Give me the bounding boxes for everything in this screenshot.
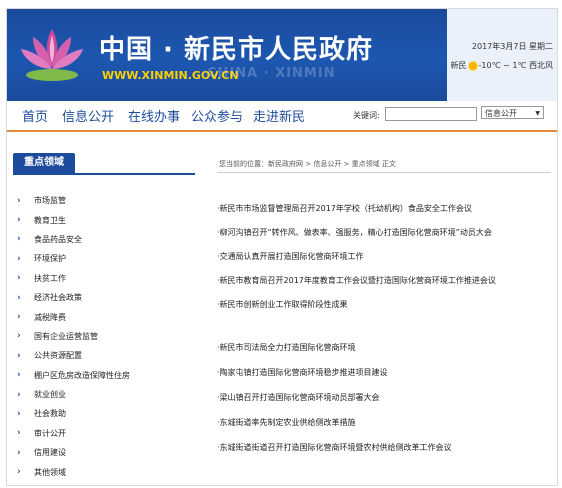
news-link[interactable]: ·新民市创新创业工作取得阶段性成果 bbox=[217, 299, 348, 310]
bullet-icon: › bbox=[17, 195, 21, 206]
keyword-input[interactable] bbox=[385, 107, 477, 121]
sidebar-item-social-assistance[interactable]: › 社会救助 bbox=[17, 404, 193, 423]
lotus-logo-icon bbox=[21, 29, 83, 81]
bullet-icon: › bbox=[17, 389, 21, 400]
sidebar-item-soe-supervision[interactable]: › 国有企业运营监管 bbox=[17, 327, 193, 346]
news-link[interactable]: ·交通局认真开展打造国际化营商环境工作 bbox=[217, 251, 364, 262]
sidebar-item-tax-cuts[interactable]: › 减税降费 bbox=[17, 307, 193, 326]
sidebar-item-label: 就业创业 bbox=[34, 390, 66, 400]
sidebar-item-education-health[interactable]: › 教育卫生 bbox=[17, 210, 193, 229]
news-link[interactable]: ·新民市市场监督管理局召开2017年学校（托幼机构）食品安全工作会议 bbox=[217, 203, 472, 214]
sidebar-item-label: 国有企业运营监管 bbox=[34, 331, 98, 341]
search-scope-value: 信息公开 bbox=[485, 109, 517, 118]
nav-item-online-service[interactable]: 在线办事 bbox=[128, 106, 180, 125]
sidebar-item-label: 社会救助 bbox=[34, 409, 66, 419]
sidebar-title: 重点领域 bbox=[13, 153, 75, 173]
sidebar-item-audit[interactable]: › 审计公开 bbox=[17, 424, 193, 443]
news-link[interactable]: ·新民市司法局全力打造国际化营商环境 bbox=[217, 342, 356, 353]
dropdown-arrow-icon: ▼ bbox=[535, 110, 540, 117]
bullet-icon: › bbox=[17, 350, 21, 361]
keyword-label: 关键词: bbox=[353, 111, 380, 120]
sidebar-item-credit[interactable]: › 信用建设 bbox=[17, 443, 193, 462]
news-link[interactable]: ·东城街道率先制定农业供给侧改革措施 bbox=[217, 417, 356, 428]
bullet-icon: › bbox=[17, 292, 21, 303]
bullet-icon: › bbox=[17, 447, 21, 458]
nav-item-home[interactable]: 首页 bbox=[22, 106, 48, 125]
sidebar-item-label: 审计公开 bbox=[34, 428, 66, 438]
sidebar-item-label: 环境保护 bbox=[34, 254, 66, 264]
banner-watermark: CHINA · XINMIN bbox=[207, 66, 336, 81]
bullet-icon: › bbox=[17, 467, 21, 478]
current-date: 2017年3月7日 星期二 bbox=[471, 42, 553, 51]
bullet-icon: › bbox=[17, 370, 21, 381]
sidebar-header: 重点领域 bbox=[13, 153, 195, 175]
nav-item-public-participation[interactable]: 公众参与 bbox=[191, 106, 243, 125]
sidebar-item-label: 减税降费 bbox=[34, 312, 66, 322]
bullet-icon: › bbox=[17, 408, 21, 419]
main-nav: 首页 信息公开 在线办事 公众参与 走进新民 关键词: 信息公开 ▼ bbox=[7, 101, 557, 132]
sidebar-item-label: 经济社会政策 bbox=[34, 293, 82, 303]
site-title: 中国 · 新民市人民政府 bbox=[99, 35, 373, 65]
news-link[interactable]: ·陶家屯镇打造国际化营商环境稳步推进项目建设 bbox=[217, 367, 388, 378]
bullet-icon: › bbox=[17, 331, 21, 342]
banner-info-panel bbox=[447, 9, 557, 101]
sidebar-item-market-supervision[interactable]: › 市场监管 bbox=[17, 191, 193, 210]
nav-item-about-xinmin[interactable]: 走进新民 bbox=[253, 106, 305, 125]
sidebar-item-other[interactable]: › 其他领域 bbox=[17, 462, 193, 481]
sidebar: 重点领域 › 市场监管 › 教育卫生 › 食品药品安全 › 环境保护 › 扶贫工作 › 经济… bbox=[7, 149, 196, 485]
bullet-icon: › bbox=[17, 234, 21, 245]
sidebar-item-label: 扶贫工作 bbox=[34, 273, 66, 283]
sidebar-item-label: 其他领域 bbox=[34, 467, 66, 477]
sidebar-item-label: 信用建设 bbox=[34, 448, 66, 458]
sidebar-item-label: 棚户区危房改造保障性住房 bbox=[34, 370, 130, 380]
weather-info: 新民 -10℃ ~ 1℃ 西北风 bbox=[451, 60, 553, 71]
search-scope-select[interactable]: 信息公开 ▼ bbox=[481, 106, 544, 119]
bullet-icon: › bbox=[17, 312, 21, 323]
bullet-icon: › bbox=[17, 215, 21, 226]
page-frame: 中国 · 新民市人民政府 WWW.XINMIN.GOV.CN CHINA · X… bbox=[6, 8, 558, 486]
sidebar-item-poverty-relief[interactable]: › 扶贫工作 bbox=[17, 269, 193, 288]
news-link[interactable]: ·新民市教育局召开2017年度教育工作会议暨打造国际化营商环境工作推进会议 bbox=[217, 275, 496, 286]
sidebar-item-housing[interactable]: › 棚户区危房改造保障性住房 bbox=[17, 366, 193, 385]
breadcrumb-divider bbox=[217, 172, 551, 173]
bullet-icon: › bbox=[17, 253, 21, 264]
sidebar-item-economic-policy[interactable]: › 经济社会政策 bbox=[17, 288, 193, 307]
news-link[interactable]: ·东城街道街道召开打造国际化营商环境暨农村供给侧改革工作会议 bbox=[217, 442, 452, 453]
sun-icon bbox=[468, 61, 477, 70]
bullet-icon: › bbox=[17, 428, 21, 439]
sidebar-item-public-resources[interactable]: › 公共资源配置 bbox=[17, 346, 193, 365]
sidebar-item-label: 食品药品安全 bbox=[34, 234, 82, 244]
sidebar-item-environment[interactable]: › 环境保护 bbox=[17, 249, 193, 268]
sidebar-item-label: 教育卫生 bbox=[34, 215, 66, 225]
sidebar-item-label: 市场监管 bbox=[34, 196, 66, 206]
nav-item-info-open[interactable]: 信息公开 bbox=[62, 106, 114, 125]
site-banner: 中国 · 新民市人民政府 WWW.XINMIN.GOV.CN CHINA · X… bbox=[7, 9, 557, 101]
news-link[interactable]: ·柳河沟镇召开“转作风、做表率、强服务，精心打造国际化营商环境”动员大会 bbox=[217, 227, 492, 238]
bullet-icon: › bbox=[17, 273, 21, 284]
sidebar-item-label: 公共资源配置 bbox=[34, 351, 82, 361]
news-link[interactable]: ·梁山镇召开打造国际化营商环境动员部署大会 bbox=[217, 392, 380, 403]
breadcrumb: 您当前的位置：新民政府网 > 信息公开 > 重点领域 正文 bbox=[219, 160, 396, 168]
sidebar-item-food-drug-safety[interactable]: › 食品药品安全 bbox=[17, 230, 193, 249]
sidebar-list: › 市场监管 › 教育卫生 › 食品药品安全 › 环境保护 › 扶贫工作 › 经济社会政策 … bbox=[17, 191, 193, 482]
weather-temp: -10℃ ~ 1℃ 西北风 bbox=[478, 61, 553, 70]
weather-city: 新民 bbox=[450, 61, 467, 70]
sidebar-item-employment[interactable]: › 就业创业 bbox=[17, 385, 193, 404]
